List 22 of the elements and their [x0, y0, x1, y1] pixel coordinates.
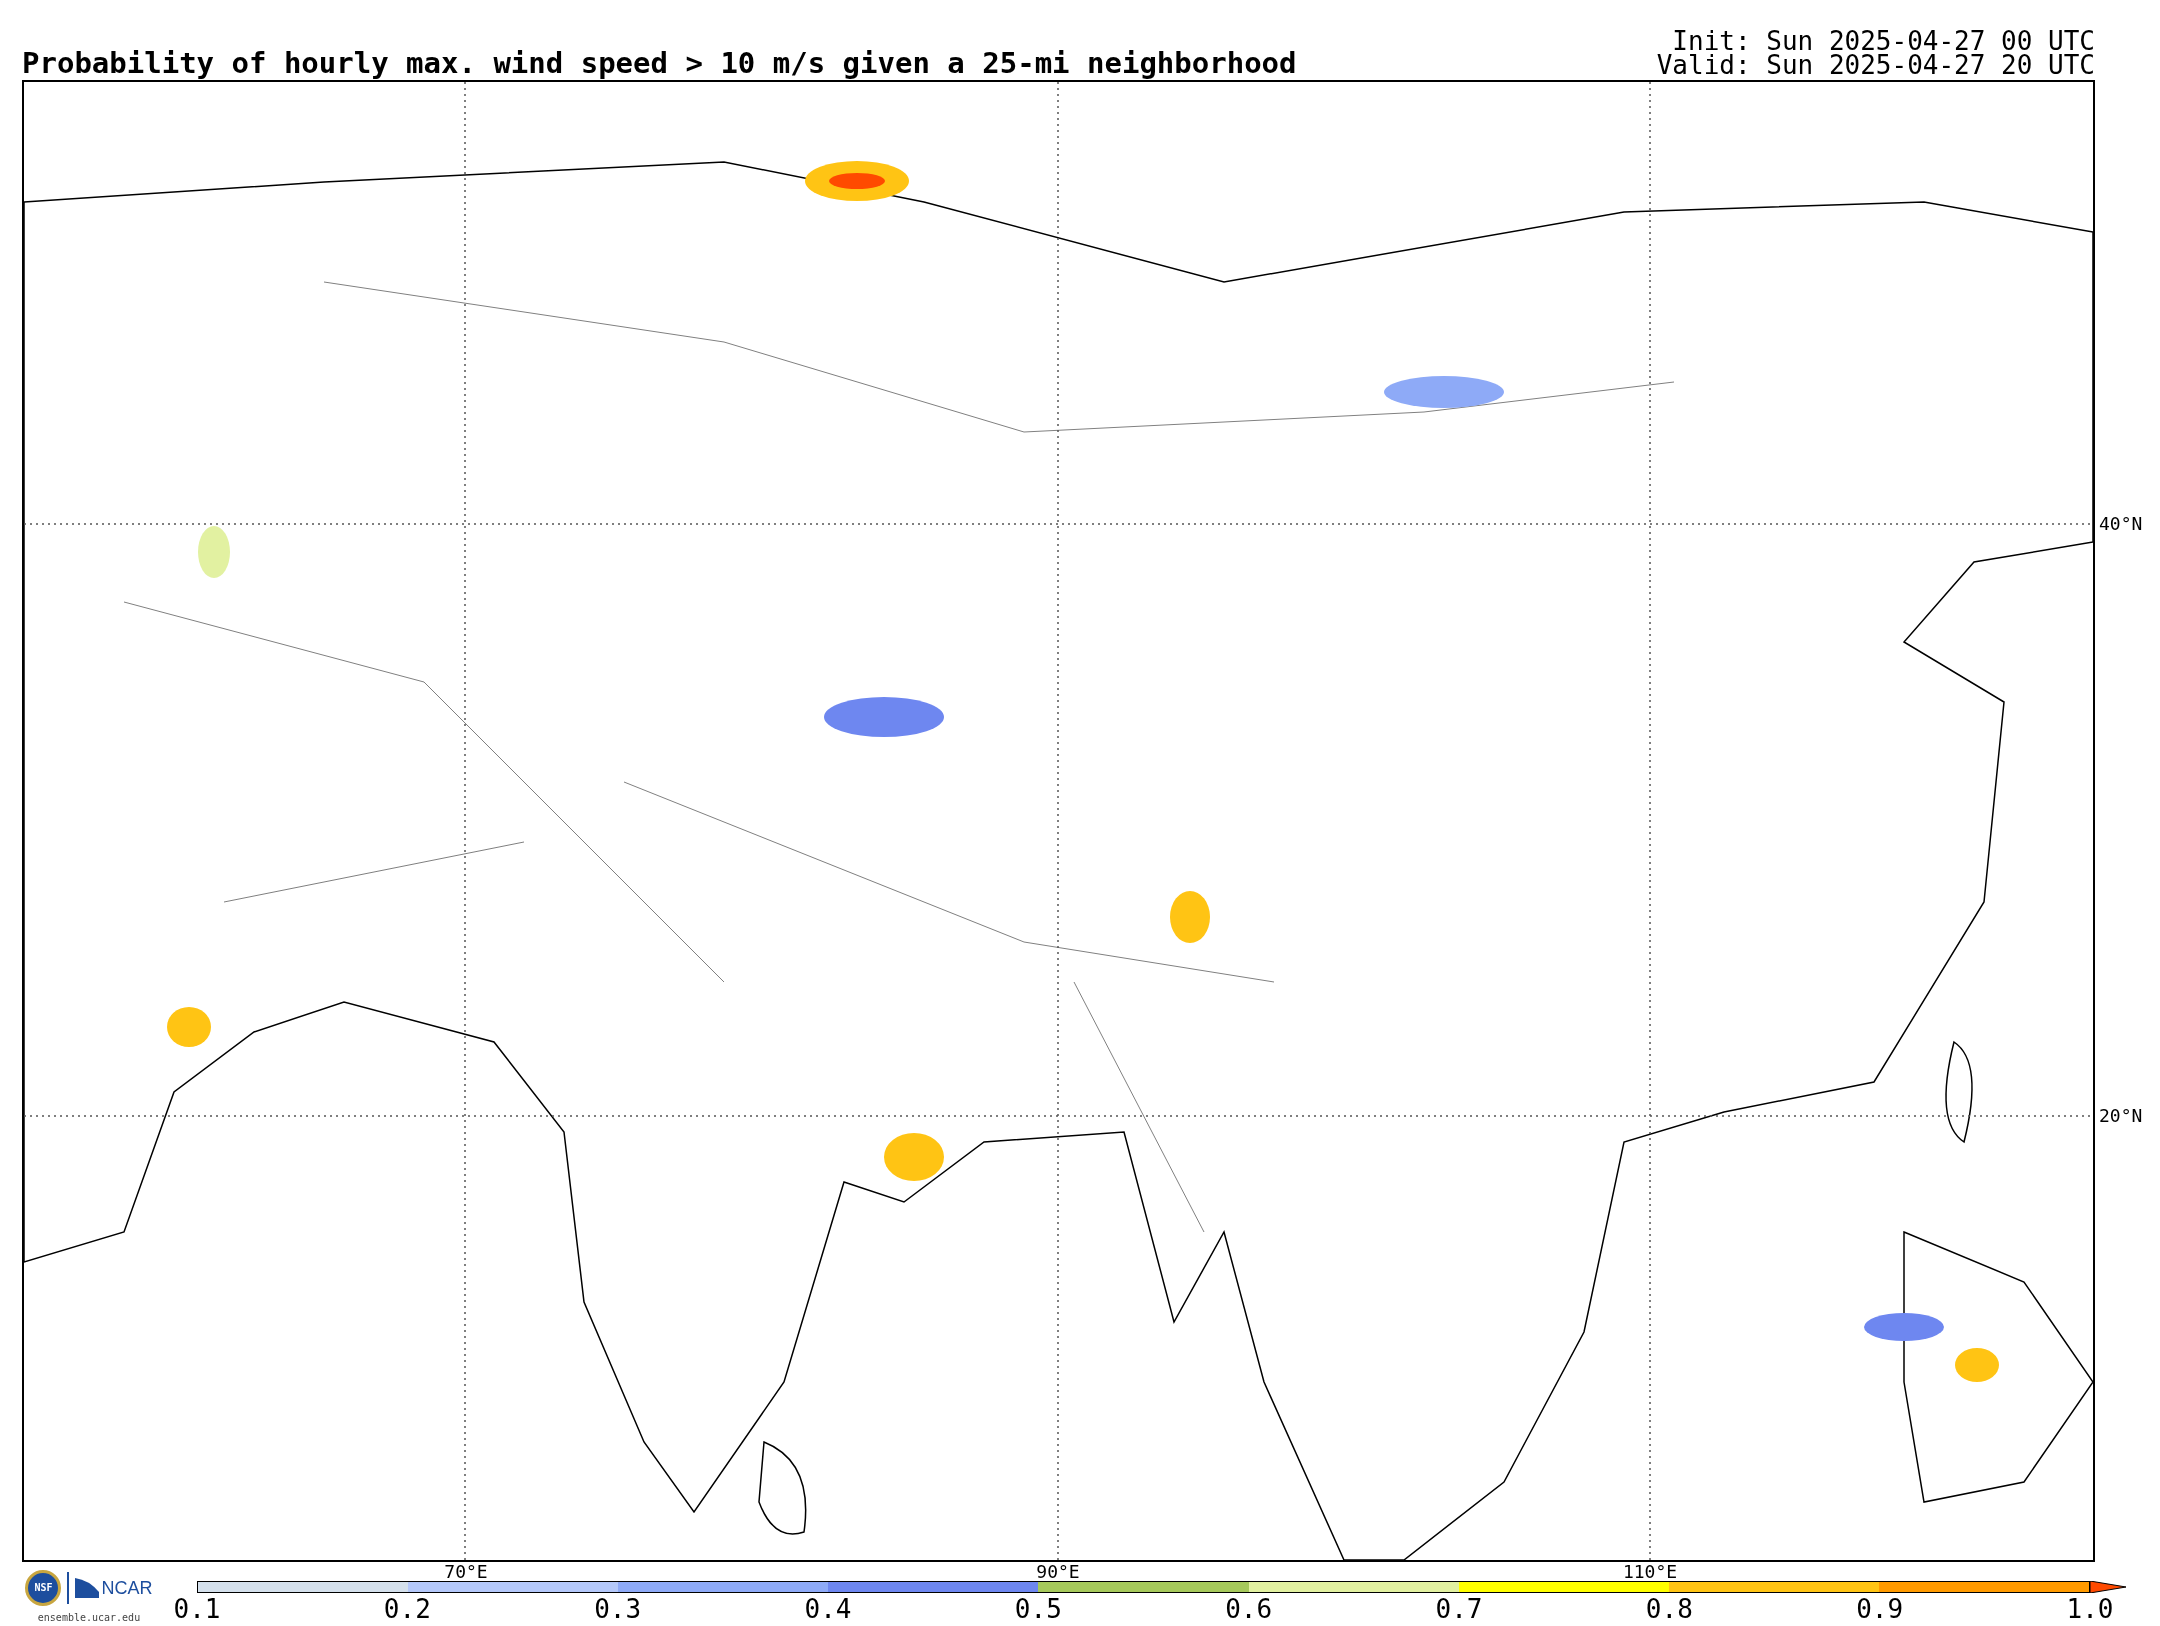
longitude-label: 70°E	[444, 1563, 488, 1581]
colorbar-tick-label: 0.8	[1645, 1596, 1693, 1622]
longitude-label: 110°E	[1622, 1563, 1678, 1581]
longitude-label: 90°E	[1036, 1563, 1080, 1581]
latitude-label: 40°N	[2099, 515, 2143, 533]
colorbar-tick-label: 0.5	[1014, 1596, 1062, 1622]
init-time: Init: Sun 2025-04-27 00 UTC	[1672, 28, 2095, 54]
colorbar-tick-label: 1.0	[2066, 1596, 2114, 1622]
colorbar-tick-label: 0.9	[1856, 1596, 1904, 1622]
website-url: ensemble.ucar.edu	[37, 1611, 141, 1625]
colorbar-tick-label: 0.4	[804, 1596, 852, 1622]
colorbar-tick-label: 0.7	[1435, 1596, 1483, 1622]
seal-logo: NSF	[25, 1570, 62, 1606]
colorbar-tick-label: 0.6	[1225, 1596, 1273, 1622]
colorbar-tick-label: 0.1	[173, 1596, 221, 1622]
valid-time: Valid: Sun 2025-04-27 20 UTC	[1656, 53, 2095, 78]
swoosh-icon	[75, 1578, 100, 1598]
chart-title: Probability of hourly max. wind speed > 10 m/s given a 25-mi neighborhood	[22, 49, 1297, 78]
colorbar-tick-label: 0.2	[383, 1596, 431, 1622]
colorbar-tick-label: 0.3	[594, 1596, 642, 1622]
organization-logo-text: NCAR	[101, 1579, 153, 1597]
latitude-label: 20°N	[2099, 1107, 2143, 1125]
